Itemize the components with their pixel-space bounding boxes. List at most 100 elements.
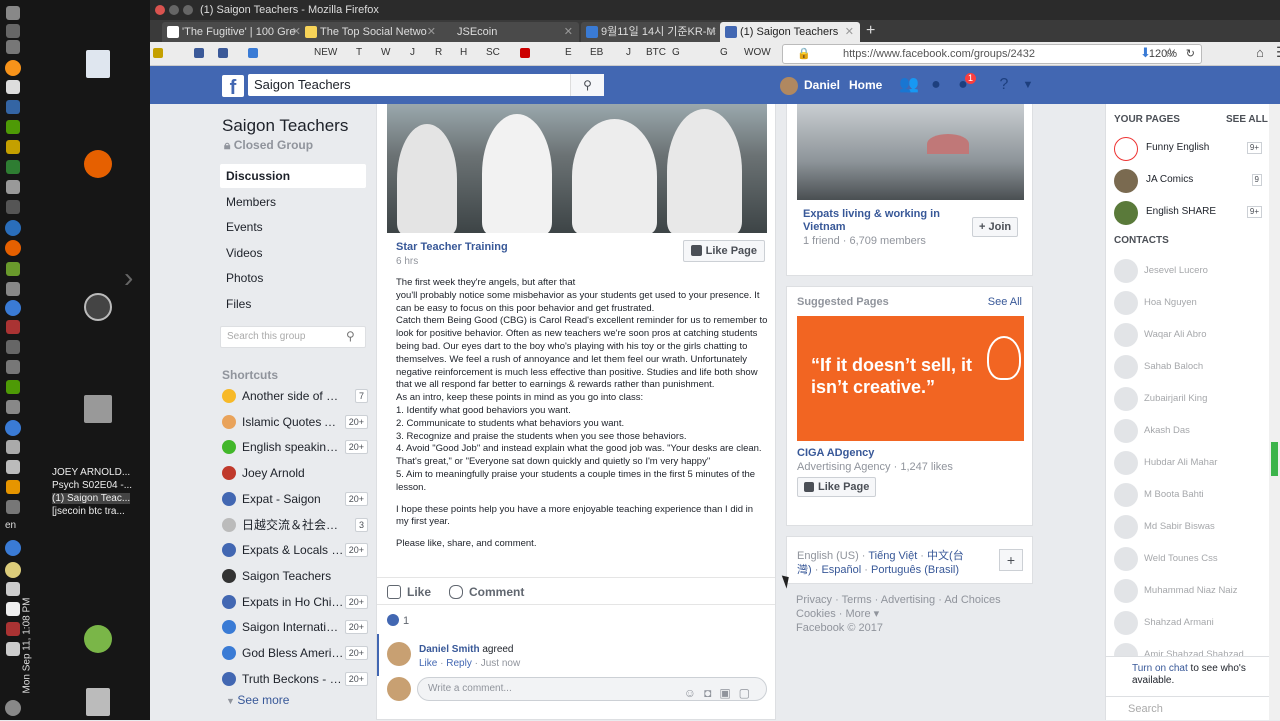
comment-author[interactable]: Daniel Smith [419, 644, 480, 655]
like-count[interactable]: 1 [387, 614, 409, 627]
messenger-icon[interactable]: ● [926, 76, 946, 94]
browser-tab[interactable]: JSEcoin ✕ [437, 22, 579, 42]
download-icon[interactable]: ⬇ [1140, 45, 1151, 61]
join-group-button[interactable]: + Join [972, 217, 1019, 237]
launcher-icon[interactable] [6, 262, 20, 276]
launcher-icon[interactable] [6, 340, 20, 354]
shortcut-item[interactable]: 日越交流＆社会人ボ... 3 [222, 515, 368, 535]
suggested-group-name[interactable]: Expats living & working in Vietnam [803, 208, 963, 234]
bookmark-link[interactable]: W [381, 46, 390, 60]
launcher-icon[interactable] [6, 160, 20, 174]
contact-item[interactable]: Sahab Baloch [1112, 353, 1262, 379]
window-list-item[interactable]: [jsecoin btc tra... [52, 506, 125, 517]
contact-item[interactable]: Muhammad Niaz Naiz [1112, 577, 1262, 603]
volume-icon[interactable] [6, 582, 20, 596]
reload-icon[interactable]: ↻ [1186, 45, 1195, 63]
comment-reply-link[interactable]: Reply [446, 658, 472, 669]
footer-links[interactable]: Privacy · Terms · Advertising · Ad Choic… [796, 593, 1016, 607]
launcher-icon[interactable] [5, 540, 21, 556]
scrollbar[interactable] [1269, 104, 1280, 720]
launcher-icon[interactable] [6, 460, 20, 474]
url-bar[interactable]: ⬅ 🔒 https://www.facebook.com/groups/2432… [782, 44, 1202, 64]
group-search-input[interactable]: Search this group [220, 326, 366, 348]
bookmark-link[interactable]: SC [486, 46, 500, 60]
maximize-window-icon[interactable] [183, 5, 193, 15]
new-tab-icon[interactable]: + [866, 20, 875, 42]
launcher-icon[interactable] [6, 622, 20, 636]
launcher-icon[interactable] [6, 6, 20, 20]
launcher-icon[interactable] [6, 100, 20, 114]
launcher-icon[interactable] [5, 420, 21, 436]
account-menu-icon[interactable]: ▼ [1018, 76, 1038, 94]
profile-link[interactable]: Daniel [780, 76, 840, 95]
sticker-icon[interactable]: ▢ [739, 686, 758, 700]
launcher-icon[interactable] [6, 120, 20, 134]
firefox-icon[interactable] [5, 240, 21, 256]
bookmark-link[interactable]: BTC [646, 46, 666, 60]
nav-files[interactable]: Files [220, 292, 366, 316]
bookmark-link[interactable]: G [720, 46, 728, 60]
language-link[interactable]: Português (Brasil) [871, 564, 959, 576]
comment-input[interactable]: Write a comment... ☺◘▣▢ [417, 677, 767, 701]
chevron-right-icon[interactable]: › [124, 262, 133, 294]
desktop-icon[interactable] [84, 293, 112, 321]
nav-members[interactable]: Members [220, 190, 366, 214]
like-page-button[interactable]: Like Page [797, 477, 877, 497]
bookmark-link[interactable]: J [410, 46, 415, 60]
user-icon[interactable] [84, 625, 112, 653]
comment-like-link[interactable]: Like [419, 658, 437, 669]
shortcut-item[interactable]: Saigon Internation... 20+ [222, 617, 368, 637]
see-all-link[interactable]: See All [988, 296, 1022, 308]
launcher-icon[interactable] [6, 140, 20, 154]
more-languages-button[interactable]: + [999, 549, 1023, 571]
camera-icon[interactable]: ◘ [704, 686, 719, 700]
launcher-icon[interactable] [6, 320, 20, 334]
keyboard-language[interactable]: en [5, 520, 16, 531]
bookmark-link[interactable]: NEW [314, 46, 337, 60]
help-icon[interactable]: ? [994, 76, 1014, 94]
contact-item[interactable]: Hoa Nguyen [1112, 289, 1262, 315]
window-list-item[interactable]: (1) Saigon Teac... [52, 493, 131, 504]
bookmark-link[interactable]: G [672, 46, 680, 60]
chat-search-input[interactable]: Search [1106, 696, 1270, 720]
nav-events[interactable]: Events [220, 215, 366, 239]
scrollbar-thumb[interactable] [1271, 442, 1278, 476]
see-all-pages-link[interactable]: SEE ALL [1226, 114, 1268, 125]
bookmark-star-icon[interactable]: ☆ [1164, 45, 1176, 61]
shortcut-item[interactable]: Saigon Teachers [222, 566, 368, 586]
post-timestamp[interactable]: 6 hrs [396, 256, 418, 267]
like-page-button[interactable]: Like Page [682, 240, 765, 262]
shortcut-item[interactable]: Joey Arnold [222, 463, 368, 483]
launcher-icon[interactable] [6, 642, 20, 656]
firefox-desktop-icon[interactable] [84, 150, 112, 178]
avatar[interactable] [387, 642, 411, 666]
contact-item[interactable]: Hubdar Ali Mahar [1112, 449, 1262, 475]
bookmark-link[interactable]: R [435, 46, 442, 60]
contact-item[interactable]: Waqar Ali Abro [1112, 321, 1262, 347]
close-window-icon[interactable] [155, 5, 165, 15]
browser-tab-active[interactable]: (1) Saigon Teachers ✕ [720, 22, 860, 42]
nav-videos[interactable]: Videos [220, 241, 366, 265]
url-text[interactable]: https://www.facebook.com/groups/2432 [843, 48, 1035, 60]
bookmark-link[interactable]: EB [590, 46, 603, 60]
home-link[interactable]: Home [849, 76, 882, 94]
shortcut-item[interactable]: Expat - Saigon 20+ [222, 489, 368, 509]
post-photo[interactable] [387, 104, 767, 233]
shortcut-item[interactable]: Another side of Vietn... 7 [222, 386, 368, 406]
search-input[interactable]: Saigon Teachers [248, 74, 604, 96]
close-tab-icon[interactable]: ✕ [564, 22, 573, 42]
bookmark-link[interactable]: T [356, 46, 362, 60]
friend-requests-icon[interactable]: 👥 [899, 76, 919, 94]
footer-more[interactable]: Cookies · More ▾ [796, 607, 1016, 621]
page-ad-image[interactable]: “If it doesn’t sell, it isn’t creative.” [797, 316, 1024, 441]
launcher-icon[interactable] [6, 200, 20, 214]
window-list-item[interactable]: Psych S02E04 -... [52, 480, 132, 491]
page-item[interactable]: English SHARE 9+ [1112, 199, 1262, 225]
launcher-icon[interactable] [6, 360, 20, 374]
contact-item[interactable]: Weld Tounes Css [1112, 545, 1262, 571]
comment-button[interactable]: Comment [449, 584, 524, 600]
launcher-icon[interactable] [6, 80, 20, 94]
launcher-icon[interactable] [5, 300, 21, 316]
bookmark-link[interactable]: J [626, 46, 631, 60]
nav-discussion[interactable]: Discussion [220, 164, 366, 188]
